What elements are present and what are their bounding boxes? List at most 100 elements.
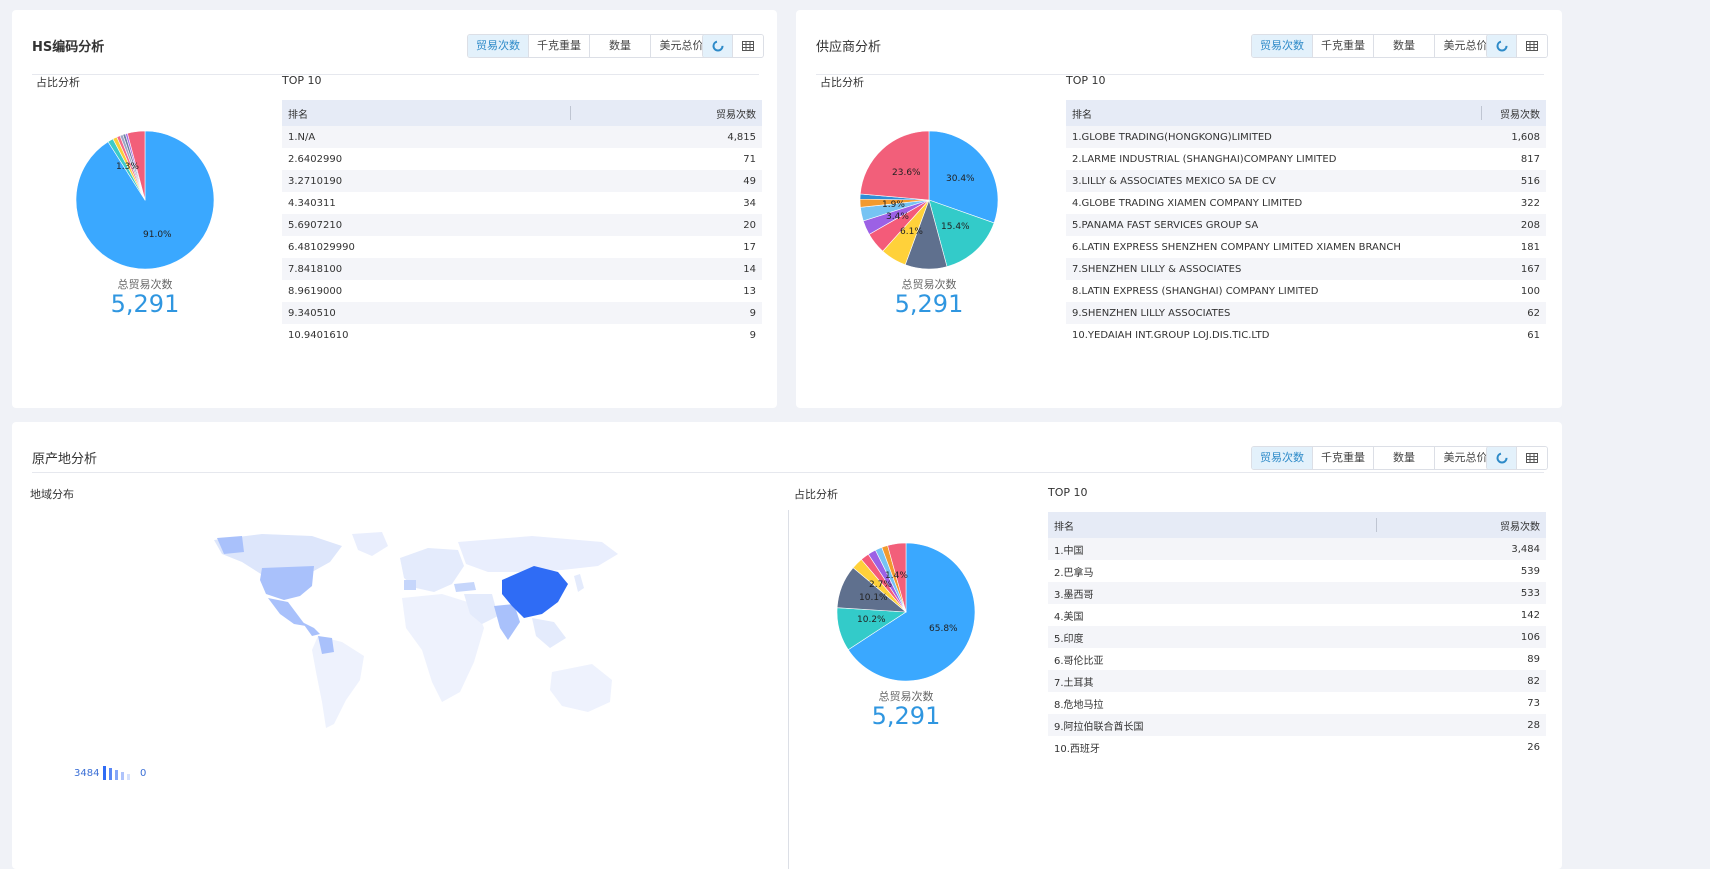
hs-panel-title: HS编码分析 <box>32 40 105 55</box>
rank-cell: 2.6402990 <box>282 148 572 170</box>
hs-code-panel: HS编码分析 贸易次数 千克重量 数量 美元总价 占比分析 TOP 10 91.… <box>12 10 777 408</box>
table-row[interactable]: 2.6402990 71 <box>282 148 762 170</box>
count-cell: 17 <box>571 236 762 258</box>
table-row[interactable]: 3.LILLY & ASSOCIATES MEXICO SA DE CV 516 <box>1066 170 1546 192</box>
origin-total-value: 5,291 <box>871 702 941 730</box>
table-row[interactable]: 10.西班牙 26 <box>1048 736 1546 758</box>
table-row[interactable]: 4.340311 34 <box>282 192 762 214</box>
rank-cell: 10.YEDAIAH INT.GROUP LOJ.DIS.TIC.LTD <box>1066 324 1483 346</box>
count-cell: 1,608 <box>1482 126 1546 148</box>
count-cell: 106 <box>1377 626 1546 648</box>
pie-view-button[interactable] <box>703 35 733 57</box>
table-row[interactable]: 10.9401610 9 <box>282 324 762 346</box>
map-region-greenland <box>352 532 388 556</box>
table-row[interactable]: 6.481029990 17 <box>282 236 762 258</box>
metric-trade-count[interactable]: 贸易次数 <box>1252 35 1313 57</box>
origin-vertical-divider <box>788 510 789 869</box>
supplier-top-label: TOP 10 <box>1066 74 1106 87</box>
hs-total-value: 5,291 <box>110 290 180 318</box>
table-icon <box>1526 453 1538 463</box>
rank-column-header: 排名 <box>282 100 572 126</box>
rank-cell: 7.土耳其 <box>1048 670 1378 692</box>
map-region-southeast-asia <box>532 618 566 648</box>
table-row[interactable]: 4.GLOBE TRADING XIAMEN COMPANY LIMITED 32… <box>1066 192 1546 214</box>
table-row[interactable]: 5.PANAMA FAST SERVICES GROUP SA 208 <box>1066 214 1546 236</box>
metric-trade-count[interactable]: 贸易次数 <box>468 35 529 57</box>
hs-view-toggle <box>702 34 764 58</box>
count-cell: 71 <box>571 148 762 170</box>
metric-trade-count[interactable]: 贸易次数 <box>1252 447 1313 469</box>
count-cell: 34 <box>571 192 762 214</box>
metric-weight-kg[interactable]: 千克重量 <box>1313 447 1374 469</box>
table-row[interactable]: 2.巴拿马 539 <box>1048 560 1546 582</box>
table-row[interactable]: 7.8418100 14 <box>282 258 762 280</box>
pie-view-button[interactable] <box>1487 447 1517 469</box>
table-view-button[interactable] <box>1517 447 1547 469</box>
count-cell: 26 <box>1377 736 1546 758</box>
count-cell: 516 <box>1482 170 1546 192</box>
rank-cell: 6.哥伦比亚 <box>1048 648 1378 670</box>
table-row[interactable]: 1.中国 3,484 <box>1048 538 1546 560</box>
map-region-mexico <box>268 598 306 626</box>
table-row[interactable]: 4.美国 142 <box>1048 604 1546 626</box>
supplier-pie-label-6: 23.6% <box>892 168 921 178</box>
origin-pie-label-1: 65.8% <box>929 624 958 634</box>
count-cell: 61 <box>1482 324 1546 346</box>
table-view-button[interactable] <box>1517 35 1547 57</box>
rank-cell: 8.LATIN EXPRESS (SHANGHAI) COMPANY LIMIT… <box>1066 280 1483 302</box>
table-row[interactable]: 7.SHENZHEN LILLY & ASSOCIATES 167 <box>1066 258 1546 280</box>
table-row[interactable]: 6.LATIN EXPRESS SHENZHEN COMPANY LIMITED… <box>1066 236 1546 258</box>
rank-cell: 9.阿拉伯联合酋长国 <box>1048 714 1378 736</box>
table-row[interactable]: 7.土耳其 82 <box>1048 670 1546 692</box>
table-row[interactable]: 6.哥伦比亚 89 <box>1048 648 1546 670</box>
table-row[interactable]: 1.GLOBE TRADING(HONGKONG)LIMITED 1,608 <box>1066 126 1546 148</box>
table-row[interactable]: 8.危地马拉 73 <box>1048 692 1546 714</box>
origin-pie-label-3: 10.1% <box>859 593 888 603</box>
table-row[interactable]: 8.9619000 13 <box>282 280 762 302</box>
hs-pie-label-1: 91.0% <box>143 230 172 240</box>
count-cell: 181 <box>1482 236 1546 258</box>
table-row[interactable]: 3.墨西哥 533 <box>1048 582 1546 604</box>
rank-cell: 3.墨西哥 <box>1048 582 1378 604</box>
map-region-russia-asia <box>458 536 618 572</box>
rank-cell: 5.6907210 <box>282 214 572 236</box>
metric-quantity[interactable]: 数量 <box>590 35 651 57</box>
table-row[interactable]: 3.2710190 49 <box>282 170 762 192</box>
count-cell: 14 <box>571 258 762 280</box>
table-row[interactable]: 9.340510 9 <box>282 302 762 324</box>
table-row[interactable]: 9.阿拉伯联合酋长国 28 <box>1048 714 1546 736</box>
origin-pie-label-2: 10.2% <box>857 615 886 625</box>
pie-view-button[interactable] <box>1487 35 1517 57</box>
hs-top-label: TOP 10 <box>282 74 322 87</box>
pie-slice[interactable] <box>859 130 930 201</box>
count-column-header: 贸易次数 <box>571 100 762 126</box>
table-icon <box>1526 41 1538 51</box>
metric-quantity[interactable]: 数量 <box>1374 35 1435 57</box>
supplier-panel: 供应商分析 贸易次数 千克重量 数量 美元总价 占比分析 TOP 10 30.4… <box>796 10 1562 408</box>
table-row[interactable]: 2.LARME INDUSTRIAL (SHANGHAI)COMPANY LIM… <box>1066 148 1546 170</box>
supplier-pie-label-3: 6.1% <box>900 227 923 237</box>
legend-bar-4 <box>121 772 124 780</box>
hs-divider <box>32 74 759 75</box>
hs-pie-chart <box>75 130 215 270</box>
map-region-australia <box>550 664 612 712</box>
rank-cell: 1.GLOBE TRADING(HONGKONG)LIMITED <box>1066 126 1483 148</box>
table-view-button[interactable] <box>733 35 763 57</box>
count-cell: 89 <box>1377 648 1546 670</box>
count-column-header: 贸易次数 <box>1482 100 1546 126</box>
rank-cell: 5.印度 <box>1048 626 1378 648</box>
table-row[interactable]: 10.YEDAIAH INT.GROUP LOJ.DIS.TIC.LTD 61 <box>1066 324 1546 346</box>
table-row[interactable]: 5.6907210 20 <box>282 214 762 236</box>
rank-cell: 5.PANAMA FAST SERVICES GROUP SA <box>1066 214 1483 236</box>
table-row[interactable]: 1.N/A 4,815 <box>282 126 762 148</box>
map-region-south-america <box>312 636 364 728</box>
rank-cell: 8.危地马拉 <box>1048 692 1378 714</box>
rank-cell: 6.LATIN EXPRESS SHENZHEN COMPANY LIMITED… <box>1066 236 1483 258</box>
table-row[interactable]: 5.印度 106 <box>1048 626 1546 648</box>
metric-quantity[interactable]: 数量 <box>1374 447 1435 469</box>
metric-weight-kg[interactable]: 千克重量 <box>1313 35 1374 57</box>
table-row[interactable]: 8.LATIN EXPRESS (SHANGHAI) COMPANY LIMIT… <box>1066 280 1546 302</box>
metric-weight-kg[interactable]: 千克重量 <box>529 35 590 57</box>
table-row[interactable]: 9.SHENZHEN LILLY ASSOCIATES 62 <box>1066 302 1546 324</box>
rank-cell: 4.美国 <box>1048 604 1378 626</box>
